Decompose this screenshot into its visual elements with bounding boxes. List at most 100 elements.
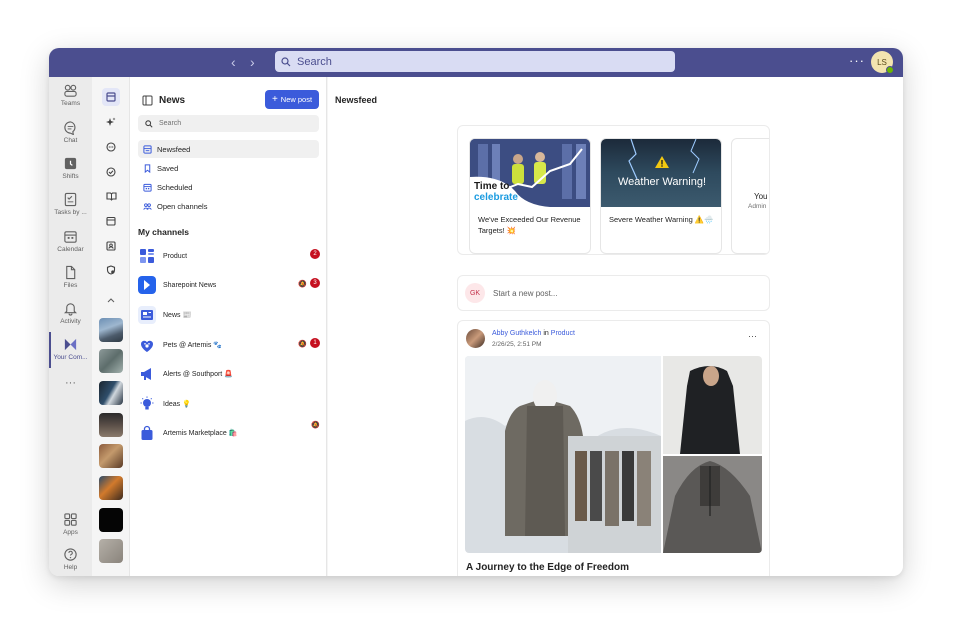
user-initials: LS <box>877 57 887 67</box>
muted-icon: 🔕 <box>298 341 307 348</box>
user-avatar[interactable]: LS <box>871 51 894 74</box>
community-thumbnail[interactable] <box>99 413 123 437</box>
community-thumbnail[interactable] <box>99 381 123 405</box>
channel-name: Product <box>163 252 188 260</box>
new-post-composer[interactable]: GK Start a new post... <box>457 275 770 311</box>
events-nav-button[interactable] <box>102 212 120 230</box>
nav-saved[interactable]: Saved <box>138 159 319 177</box>
card-image-text-line1: Time to <box>474 181 510 192</box>
card-image-text: Weather Warning! <box>617 176 707 188</box>
muted-bell-icon: 🔕 <box>298 281 307 288</box>
post-more-button[interactable]: ··· <box>748 331 757 341</box>
chevron-up-icon <box>107 298 115 303</box>
rail-item-shifts[interactable]: Shifts <box>49 156 92 180</box>
people-nav-button[interactable] <box>102 237 120 255</box>
nav-label: Open channels <box>157 201 208 211</box>
new-post-label: New post <box>280 95 313 104</box>
community-thumbnail[interactable] <box>99 444 123 468</box>
global-search-input[interactable]: Search <box>275 51 675 72</box>
my-channels-heading: My channels <box>138 227 190 237</box>
channel-product[interactable]: Product 2 <box>138 244 321 268</box>
featured-card[interactable]: Time to celebrate We've Exceeded Our Rev… <box>469 138 591 254</box>
feed-post: Abby Guthkelch in Product 2/26/25, 2:51 … <box>457 320 770 576</box>
channel-name: Alerts @ Southport 🚨 <box>163 371 233 378</box>
calendar-icon <box>64 231 77 243</box>
forward-button[interactable]: › <box>250 55 255 69</box>
rail-item-calendar[interactable]: Calendar <box>49 229 92 253</box>
communities-nav-button[interactable] <box>102 261 120 279</box>
channel-sharepoint-news[interactable]: Sharepoint News 🔕 3 <box>138 273 321 297</box>
nav-open-channels[interactable]: Open channels <box>138 197 319 215</box>
more-icon: ··· <box>65 377 76 389</box>
title-bar: ‹ › Search ··· LS <box>49 48 903 77</box>
storylines-nav-button[interactable] <box>102 187 120 205</box>
viva-engage-icon <box>64 338 77 351</box>
community-thumbnail[interactable] <box>99 349 123 373</box>
newsfeed-icon <box>143 144 152 154</box>
channel-pets-artemis[interactable]: Pets @ Artemis 🐾 🔕 1 <box>138 333 321 357</box>
rail-more-button[interactable]: ··· <box>49 377 92 389</box>
featured-card[interactable]: Weather Warning! Severe Weather Warning … <box>600 138 722 254</box>
news-icon <box>106 92 116 102</box>
rail-item-your-communities[interactable]: Your Com... <box>49 337 92 361</box>
shield-icon <box>106 265 116 275</box>
rail-item-apps[interactable]: Apps <box>49 512 92 536</box>
nav-label: Scheduled <box>157 182 193 192</box>
rail-item-files[interactable]: Files <box>49 265 92 289</box>
rail-label: Apps <box>63 529 78 536</box>
lightbulb-channel-icon <box>138 395 156 413</box>
post-title: A Journey to the Edge of Freedom <box>466 562 629 573</box>
calendar-clock-icon <box>143 183 152 192</box>
panel-search-input[interactable]: Search <box>138 115 319 132</box>
channel-news[interactable]: News 📰 <box>138 303 321 327</box>
channel-alerts-southport[interactable]: Alerts @ Southport 🚨 <box>138 362 321 386</box>
community-thumbnail[interactable] <box>99 508 123 532</box>
new-post-button[interactable]: + New post <box>265 90 319 109</box>
unread-badge: 2 <box>310 249 320 259</box>
panel-toggle-icon[interactable] <box>142 95 153 106</box>
news-nav-button[interactable] <box>102 88 120 106</box>
more-options-button[interactable]: ··· <box>849 53 865 68</box>
news-panel: News + New post Search Newsfeed Saved Sc… <box>130 77 327 576</box>
collapse-button[interactable] <box>102 291 120 309</box>
conversations-nav-button[interactable] <box>102 138 120 156</box>
shifts-icon <box>64 157 77 170</box>
rail-item-tasks[interactable]: Tasks by ... <box>49 192 92 216</box>
card-caption: We've Exceeded Our Revenue Targets! 💥 <box>478 215 581 235</box>
channel-name: Artemis Marketplace 🛍️ <box>163 430 238 437</box>
featured-card-partial[interactable]: You Admin <box>731 138 769 254</box>
global-search-placeholder: Search <box>297 55 332 68</box>
channel-link[interactable]: Product <box>551 330 575 337</box>
rail-item-help[interactable]: Help <box>49 547 92 571</box>
community-thumbnail[interactable] <box>99 476 123 500</box>
rail-label: Your Com... <box>53 354 88 361</box>
channel-name: News 📰 <box>163 312 192 319</box>
nav-newsfeed[interactable]: Newsfeed <box>138 140 319 158</box>
teams-icon <box>64 84 77 97</box>
check-circle-icon <box>106 167 116 177</box>
author-avatar[interactable] <box>466 329 485 348</box>
shopping-bag-channel-icon <box>138 424 156 442</box>
copilot-nav-button[interactable] <box>102 113 120 131</box>
community-thumbnail[interactable] <box>99 318 123 342</box>
panel-title: News <box>159 95 186 106</box>
rail-label: Activity <box>60 318 81 325</box>
unread-badge: 1 <box>310 338 320 348</box>
search-icon <box>145 119 153 128</box>
rail-item-chat[interactable]: Chat <box>49 120 92 144</box>
channel-name: Ideas 💡 <box>163 401 191 408</box>
channel-artemis-marketplace[interactable]: Artemis Marketplace 🛍️ 🔕 <box>138 421 321 445</box>
plus-icon: + <box>271 93 278 105</box>
back-button[interactable]: ‹ <box>231 55 236 69</box>
post-image-collage[interactable] <box>465 356 762 553</box>
nav-scheduled[interactable]: Scheduled <box>138 178 319 196</box>
channel-ideas[interactable]: Ideas 💡 <box>138 392 321 416</box>
author-link[interactable]: Abby Guthkelch <box>492 330 541 337</box>
card-image: Weather Warning! <box>601 139 721 207</box>
rail-item-teams[interactable]: Teams <box>49 83 92 107</box>
nav-label: Saved <box>157 163 179 173</box>
card-caption: You <box>754 192 768 201</box>
answers-nav-button[interactable] <box>102 163 120 181</box>
rail-item-activity[interactable]: Activity <box>49 301 92 325</box>
community-thumbnail[interactable] <box>99 539 123 563</box>
